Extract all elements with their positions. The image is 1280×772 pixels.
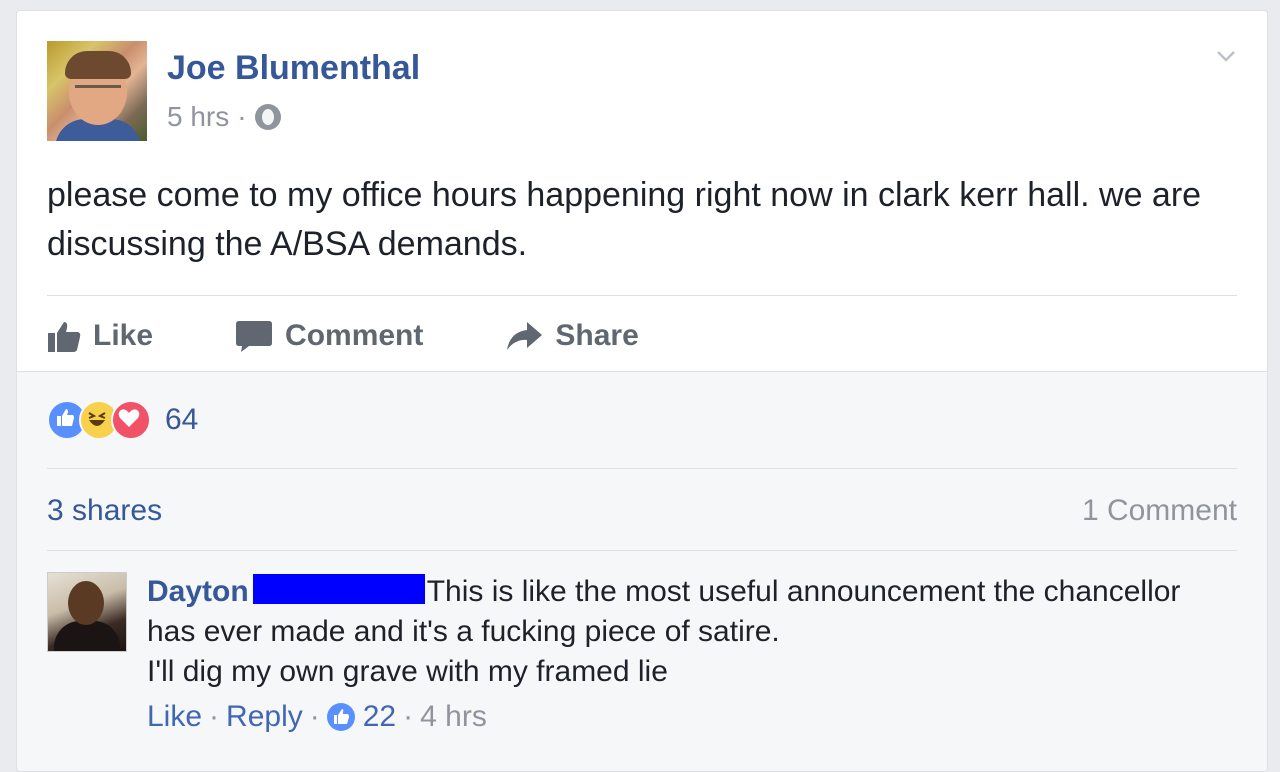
shares-link[interactable]: 3 shares xyxy=(47,494,162,528)
comments-count-link[interactable]: 1 Comment xyxy=(1082,494,1237,528)
reaction-count[interactable]: 64 xyxy=(165,403,198,437)
commenter-name[interactable]: Dayton xyxy=(147,575,249,608)
post-actions: Like Comment Share xyxy=(47,311,721,361)
comment-label: Comment xyxy=(285,319,424,352)
chevron-down-icon[interactable] xyxy=(1215,45,1237,67)
meta-separator: · xyxy=(237,101,247,132)
share-button[interactable]: Share xyxy=(505,319,639,353)
thumbs-up-icon xyxy=(48,322,81,352)
like-label: Like xyxy=(93,319,154,352)
comment-icon xyxy=(236,321,273,352)
share-label: Share xyxy=(555,319,639,352)
separator: · xyxy=(209,700,220,733)
post-text: please come to my office hours happening… xyxy=(47,176,1202,263)
love-reaction-icon xyxy=(111,400,151,440)
comment-like-link[interactable]: Like xyxy=(147,700,202,734)
post-card: Joe Blumenthal 5 hrs · please come to my… xyxy=(16,10,1268,772)
comment-time[interactable]: 4 hrs xyxy=(420,700,487,734)
divider xyxy=(47,550,1237,551)
divider xyxy=(47,468,1237,469)
post-time[interactable]: 5 hrs xyxy=(167,101,229,133)
like-button[interactable]: Like xyxy=(47,319,153,353)
comment-button[interactable]: Comment xyxy=(235,319,423,353)
reactions-summary[interactable]: 64 xyxy=(47,400,198,440)
post-footer: 64 3 shares 1 Comment Dayton This is like… xyxy=(17,371,1267,771)
comment-actions: Like · Reply · 22 · 4 hrs xyxy=(147,700,487,734)
redaction-box xyxy=(252,574,425,604)
post-meta: 5 hrs · xyxy=(167,101,281,133)
author-name[interactable]: Joe Blumenthal xyxy=(167,49,420,88)
author-avatar[interactable] xyxy=(47,41,147,141)
like-reaction-icon xyxy=(326,703,355,731)
separator: · xyxy=(403,700,414,733)
commenter-avatar[interactable] xyxy=(47,572,127,652)
separator: · xyxy=(309,700,320,733)
comment-body: Dayton This is like the most useful annou… xyxy=(147,572,1237,692)
globe-icon[interactable] xyxy=(254,104,281,130)
share-arrow-icon xyxy=(507,322,543,350)
comment-reply-link[interactable]: Reply xyxy=(226,700,303,734)
comment-like-count[interactable]: 22 xyxy=(363,700,396,734)
comment-text-line2: I'll dig my own grave with my framed lie xyxy=(147,655,668,688)
divider xyxy=(47,295,1237,296)
